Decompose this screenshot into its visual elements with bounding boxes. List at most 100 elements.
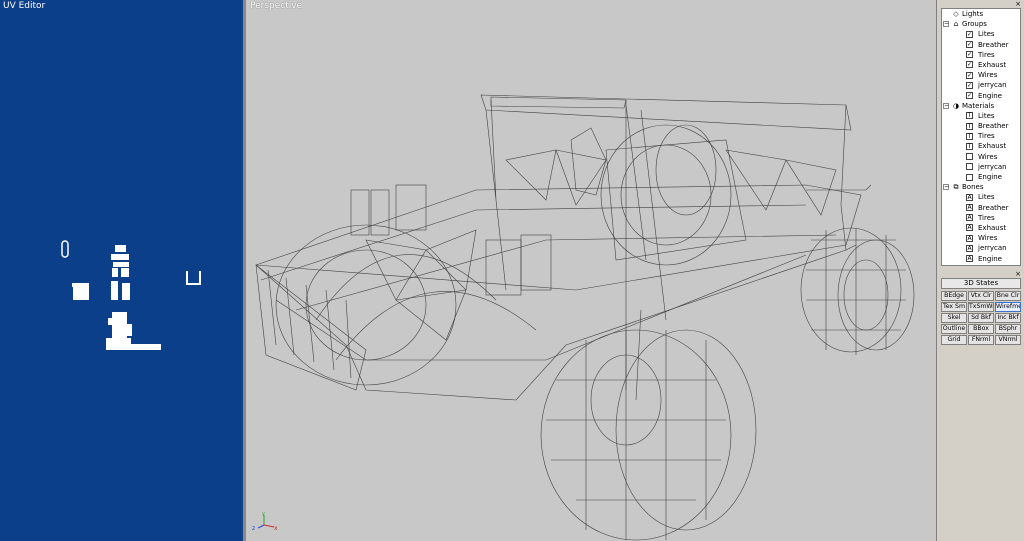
tree-section-materials[interactable]: − ◑ Materials (942, 101, 1020, 111)
item-state-checkbox[interactable]: A (966, 214, 973, 222)
scene-tree[interactable]: ◇ Lights − ⌂ Groups ✓ Lites ✓ Breather ✓ Tires ✓ Exh… (941, 8, 1021, 266)
collapse-toggle-icon[interactable]: − (943, 184, 949, 191)
state-button-bbox[interactable]: BBox (968, 324, 994, 334)
uv-canvas[interactable] (0, 0, 243, 541)
tree-item[interactable]: ✓ Exhaust (942, 60, 1020, 70)
item-state-checkbox[interactable]: T (966, 122, 973, 130)
item-state-checkbox[interactable]: ✓ (966, 30, 973, 38)
tree-item-label: Exhaust (978, 223, 1007, 232)
state-button-vtx-clr[interactable]: Vtx Clr (968, 291, 994, 301)
tree-item-label: Lites (978, 30, 995, 39)
item-state-checkbox[interactable]: ✓ (966, 41, 973, 49)
tree-item-label: Breather (978, 122, 1009, 131)
tree-item-label: Exhaust (978, 60, 1007, 69)
item-state-checkbox[interactable]: ✓ (966, 51, 973, 59)
tree-item[interactable]: A Breather (942, 203, 1020, 213)
tree-section-label: Groups (962, 20, 987, 29)
axis-z-label: z (252, 525, 255, 532)
item-state-checkbox[interactable]: T (966, 132, 973, 140)
item-state-checkbox[interactable]: A (966, 244, 973, 252)
uv-editor-panel[interactable]: UV Editor (0, 0, 243, 541)
tree-section-lights[interactable]: ◇ Lights (942, 9, 1020, 19)
item-state-checkbox[interactable] (966, 163, 973, 171)
tree-item-label: Engine (978, 173, 1002, 181)
item-state-checkbox[interactable] (966, 173, 973, 181)
tree-item[interactable]: ✓ Engine (942, 91, 1020, 101)
tree-item-label: Engine (978, 254, 1002, 263)
tree-item[interactable]: ✓ Tires (942, 50, 1020, 60)
wireframe-vehicle-model[interactable] (246, 0, 936, 541)
tree-item-label: jerrycan (978, 81, 1007, 90)
tree-item[interactable]: T Breather (942, 121, 1020, 131)
tree-item[interactable]: A Tires (942, 213, 1020, 223)
perspective-viewport[interactable]: Perspective y z x (246, 0, 936, 541)
state-button-fnrml[interactable]: FNrml (968, 335, 994, 345)
bone-icon: ⧉ (953, 183, 959, 192)
tree-item-label: Breather (978, 40, 1009, 49)
tree-item[interactable]: A Wires (942, 233, 1020, 243)
axis-gizmo-icon: y z x (252, 511, 278, 532)
state-button-tex-sm[interactable]: Tex Sm (941, 302, 967, 312)
item-state-checkbox[interactable]: A (966, 224, 973, 232)
state-button-grid[interactable]: Grid (941, 335, 967, 345)
states-button-grid: BEdge Vtx Clr Bne Clr Tex Sm TxSmWr Wirefme Sk… (941, 291, 1021, 345)
tree-item[interactable]: jerrycan (942, 162, 1020, 172)
tree-item[interactable]: ✓ jerrycan (942, 80, 1020, 90)
tree-item-label: Wires (978, 71, 998, 80)
tree-section-bones[interactable]: − ⧉ Bones (942, 182, 1020, 192)
tree-item-label: Tires (978, 132, 995, 141)
state-button-skel[interactable]: Skel (941, 313, 967, 323)
state-button-inc-bkf[interactable]: Inc Bkf (995, 313, 1021, 323)
tree-section-label: Lights (962, 10, 984, 18)
tree-item[interactable]: Ajerrycan (942, 243, 1020, 253)
states-panel: 3D States BEdge Vtx Clr Bne Clr Tex Sm TxSmW… (941, 278, 1021, 345)
tree-item[interactable]: A Lites (942, 192, 1020, 202)
state-button-wirefme[interactable]: Wirefme (995, 302, 1021, 312)
states-panel-close-button[interactable]: × (1015, 271, 1021, 278)
tree-item[interactable]: ✓ Lites (942, 29, 1020, 39)
tree-item[interactable]: ✓ Wires (942, 70, 1020, 80)
item-state-checkbox[interactable]: A (966, 204, 973, 212)
tree-item[interactable]: A Engine (942, 254, 1020, 264)
material-icon: ◑ (952, 101, 960, 110)
axis-y-label: y (262, 511, 265, 517)
uv-editor-title: UV Editor (3, 1, 46, 11)
state-button-vnrml[interactable]: VNrml (995, 335, 1021, 345)
item-state-checkbox[interactable]: ✓ (966, 71, 973, 79)
item-state-checkbox[interactable]: ✓ (966, 92, 973, 99)
item-state-checkbox[interactable]: ✓ (966, 61, 973, 69)
state-button-bedge[interactable]: BEdge (941, 291, 967, 301)
state-button-bsphr[interactable]: BSphr (995, 324, 1021, 334)
tree-item-label: Lites (978, 111, 995, 120)
tree-item[interactable]: Wires (942, 152, 1020, 162)
tree-item-label: Exhaust (978, 142, 1007, 151)
state-button-txsmwr[interactable]: TxSmWr (968, 302, 994, 312)
tree-item[interactable]: A Exhaust (942, 223, 1020, 233)
collapse-toggle-icon[interactable]: − (943, 102, 949, 109)
tree-item[interactable]: Engine (942, 172, 1020, 182)
state-button-outline[interactable]: Outline (941, 324, 967, 334)
scene-tree-close-button[interactable]: × (1015, 1, 1021, 8)
item-state-checkbox[interactable]: ✓ (966, 81, 973, 89)
tree-item[interactable]: T Lites (942, 111, 1020, 121)
item-state-checkbox[interactable] (966, 153, 973, 161)
3d-states-button[interactable]: 3D States (941, 278, 1021, 289)
state-button-bne-clr[interactable]: Bne Clr (995, 291, 1021, 301)
group-icon: ⌂ (953, 20, 959, 29)
collapse-toggle-icon[interactable]: − (943, 21, 949, 28)
tree-item-label: Wires (978, 152, 998, 161)
viewport-title: Perspective (250, 1, 303, 11)
tree-item[interactable]: ✓ Breather (942, 40, 1020, 50)
tree-item[interactable]: T Tires (942, 131, 1020, 141)
item-state-checkbox[interactable]: A (966, 193, 973, 201)
item-state-checkbox[interactable]: T (966, 142, 973, 150)
tree-item[interactable]: T Exhaust (942, 141, 1020, 151)
item-state-checkbox[interactable]: T (966, 112, 973, 120)
tree-item-label: Lites (978, 193, 995, 202)
item-state-checkbox[interactable]: A (966, 255, 973, 262)
tree-section-groups[interactable]: − ⌂ Groups (942, 19, 1020, 29)
state-button-sd-bkf[interactable]: Sd Bkf (968, 313, 994, 323)
tree-item-label: Engine (978, 91, 1002, 100)
tree-section-label: Materials (962, 101, 995, 110)
item-state-checkbox[interactable]: A (966, 234, 973, 242)
